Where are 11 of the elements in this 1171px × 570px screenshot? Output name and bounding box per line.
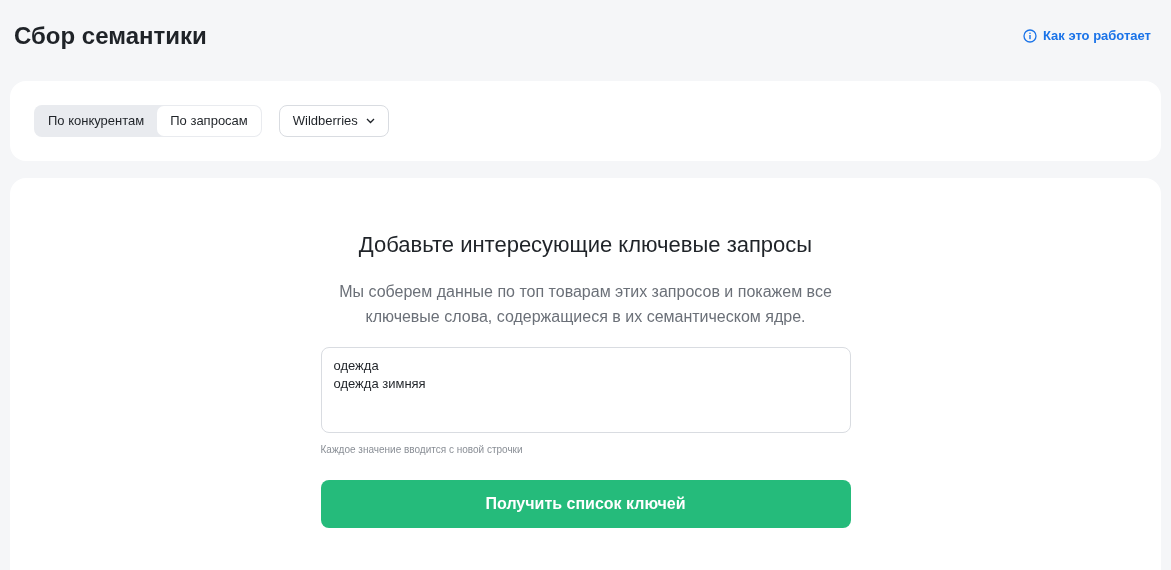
help-link[interactable]: Как это работает	[1022, 26, 1151, 46]
form-description: Мы соберем данные по топ товарам этих запросов и покажем все ключевые слова, содержащиеся в их семантическом ядре.	[338, 282, 833, 327]
marketplace-dropdown[interactable]: Wildberries	[278, 105, 389, 137]
chevron-down-icon	[365, 118, 375, 124]
tab[interactable]: По запросам	[157, 106, 261, 136]
info-icon	[1022, 29, 1037, 43]
input-hint: Каждое значение вводится с новой строчки	[320, 444, 523, 455]
form-heading: Добавьте интересующие ключевые запросы	[358, 231, 813, 259]
page-title: Сбор семантики	[14, 21, 207, 51]
tab[interactable]: По конкурентам	[35, 106, 158, 136]
queries-input-field[interactable]: одежда одежда зимняя	[320, 347, 851, 433]
